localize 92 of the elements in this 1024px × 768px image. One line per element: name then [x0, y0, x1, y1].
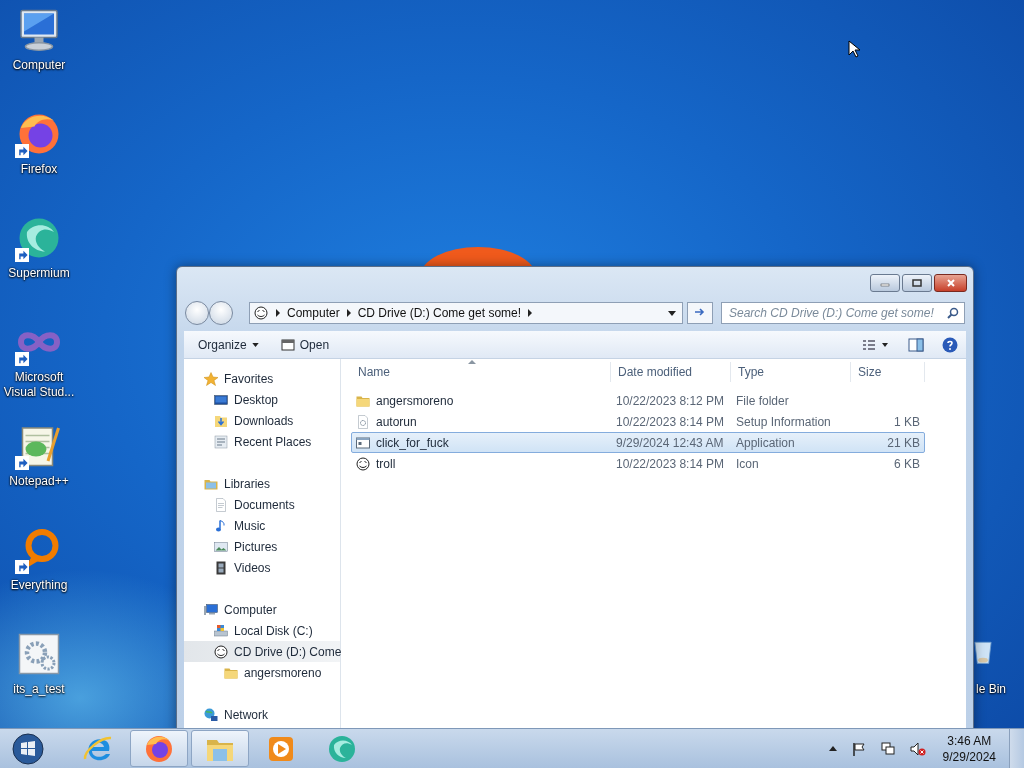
file-size: 6 KB	[893, 456, 921, 471]
maximize-icon	[912, 278, 922, 288]
maximize-button[interactable]	[902, 274, 932, 292]
document-icon	[213, 496, 229, 513]
application-window-icon	[355, 434, 371, 451]
close-icon	[945, 278, 956, 288]
desktop-icon-label[interactable]: Supermium	[1, 266, 77, 281]
nav-pane-item[interactable]: angersmoreno	[184, 662, 340, 683]
desktop-icon-label[interactable]: its_a_test	[1, 682, 77, 697]
breadcrumb-arrow-icon[interactable]	[275, 309, 281, 317]
window-icon	[280, 337, 295, 352]
file-row[interactable]: angersmoreno 10/22/2023 8:12 PM File folder	[351, 390, 925, 411]
address-bar[interactable]: Computer CD Drive (D:) Come get some!	[249, 302, 683, 324]
face-sketch-icon	[355, 455, 371, 472]
help-icon	[942, 336, 958, 353]
nav-pane-item[interactable]: Computer	[184, 599, 340, 620]
column-header[interactable]: Date modified	[611, 362, 731, 382]
column-header[interactable]: Size	[851, 362, 925, 382]
nav-pane-item[interactable]: Favorites	[184, 368, 340, 389]
network-globe-icon	[203, 706, 219, 723]
taskbar-button[interactable]	[130, 730, 188, 767]
nav-pane-item[interactable]: Recent Places	[184, 431, 340, 452]
file-type: Setup Information	[735, 414, 832, 429]
date-modified: 10/22/2023 8:14 PM	[615, 456, 726, 471]
file-size: 1 KB	[893, 414, 921, 429]
dropdown-caret-icon[interactable]	[668, 310, 676, 316]
file-size: 21 KB	[886, 435, 921, 450]
list-view-icon	[862, 338, 890, 351]
hard-disk-icon	[213, 622, 229, 639]
back-button[interactable]	[185, 301, 209, 325]
nav-pane-item[interactable]: Downloads	[184, 410, 340, 431]
forward-button[interactable]	[209, 301, 233, 325]
breadcrumb-arrow-icon[interactable]	[345, 309, 352, 317]
settings-file-icon	[355, 413, 371, 430]
flag-icon[interactable]	[851, 741, 866, 756]
breadcrumb-item[interactable]: CD Drive (D:) Come get some!	[357, 306, 522, 320]
nav-pane-item[interactable]: Network	[184, 704, 340, 725]
show-hidden-icons-icon[interactable]	[828, 746, 837, 751]
desktop-icon-label[interactable]: Firefox	[1, 162, 77, 177]
desktop-icon-label[interactable]: Microsoft Visual Stud...	[1, 370, 77, 400]
recent-places-icon	[213, 433, 229, 450]
file-row[interactable]: autorun 10/22/2023 8:14 PM Setup Information 1 KB	[351, 411, 925, 432]
nav-pane-item[interactable]: Local Disk (C:)	[184, 620, 340, 641]
volume-muted-icon[interactable]	[909, 741, 926, 756]
desktop-icon-label[interactable]: Everything	[1, 578, 77, 593]
nav-pane-item[interactable]: Videos	[184, 557, 340, 578]
arrow-right-icon	[693, 305, 707, 318]
nav-pane-item[interactable]: Music	[184, 515, 340, 536]
file-type: Application	[735, 435, 796, 450]
file-row[interactable]: click_for_fuck 9/29/2024 12:43 AM Application 21 KB	[351, 432, 925, 453]
face-sketch-icon	[253, 305, 269, 321]
desktop-icon-label[interactable]: Notepad++	[1, 474, 77, 489]
file-row[interactable]: troll 10/22/2023 8:14 PM Icon 6 KB	[351, 453, 925, 474]
clock-time[interactable]: 3:46 AM	[947, 732, 992, 749]
start-button[interactable]	[10, 730, 46, 767]
file-type: Icon	[735, 456, 760, 471]
search-icon[interactable]	[947, 307, 959, 319]
column-header[interactable]: Type	[731, 362, 851, 382]
face-sketch-icon	[213, 643, 229, 660]
date-modified: 10/22/2023 8:12 PM	[615, 393, 726, 408]
file-name: autorun	[376, 414, 417, 429]
star-icon	[203, 370, 219, 387]
mouse-pointer-icon	[848, 40, 860, 58]
file-name: click_for_fuck	[376, 435, 449, 450]
date-modified: 10/22/2023 8:14 PM	[615, 414, 726, 429]
breadcrumb-arrow-icon[interactable]	[527, 309, 534, 317]
computer-icon	[203, 601, 219, 618]
desktop-icon-label[interactable]: Computer	[1, 58, 77, 73]
file-name: troll	[376, 456, 396, 471]
nav-pane-item[interactable]: CD Drive (D:) Come	[184, 641, 340, 662]
refresh-button[interactable]	[687, 302, 713, 324]
preview-pane-icon	[908, 337, 924, 352]
minimize-button[interactable]	[870, 274, 900, 292]
network-icon[interactable]	[880, 741, 895, 756]
nav-pane-item[interactable]: Documents	[184, 494, 340, 515]
nav-pane-item[interactable]: Desktop	[184, 389, 340, 410]
nav-pane-item[interactable]: Pictures	[184, 536, 340, 557]
toolbar-button[interactable]: Open	[276, 335, 334, 354]
search-field[interactable]: Search CD Drive (D:) Come get some!	[721, 302, 965, 324]
windows-logo-icon	[12, 732, 44, 765]
nav-pane-item[interactable]: Libraries	[184, 473, 340, 494]
file-type: File folder	[735, 393, 790, 408]
caret-icon	[251, 342, 259, 347]
close-button[interactable]	[934, 274, 967, 292]
clock-date[interactable]: 9/29/2024	[942, 748, 996, 765]
file-name: angersmoreno	[376, 393, 454, 408]
desktop-icon-label[interactable]: le Bin	[976, 682, 1007, 697]
date-modified: 9/29/2024 12:43 AM	[615, 435, 725, 450]
sort-arrow-icon	[468, 360, 476, 364]
breadcrumb-item[interactable]: Computer	[287, 306, 340, 320]
toolbar-button[interactable]: Organize	[194, 335, 263, 354]
preview-pane-button[interactable]	[906, 335, 926, 354]
